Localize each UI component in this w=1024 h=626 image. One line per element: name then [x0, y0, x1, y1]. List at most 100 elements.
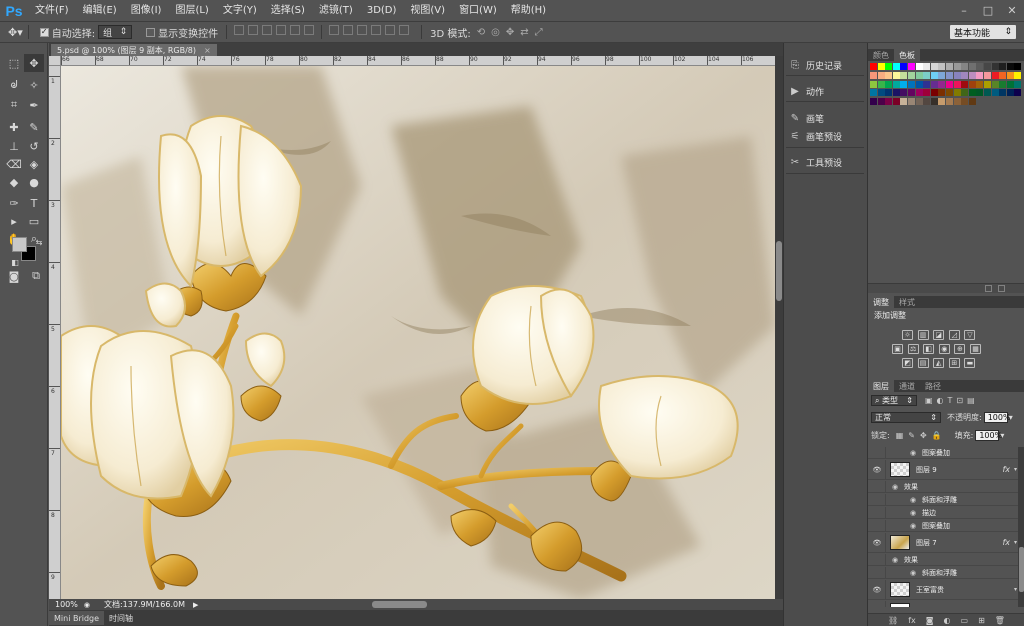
- bw-icon[interactable]: ◧: [923, 344, 935, 354]
- exposure-icon[interactable]: ◿: [948, 330, 960, 340]
- color-swatch[interactable]: [938, 89, 946, 97]
- effect-eye-icon[interactable]: ◉: [910, 449, 916, 457]
- color-swatch[interactable]: [1014, 63, 1022, 70]
- fill-dropdown-icon[interactable]: ▾: [1000, 431, 1004, 440]
- hue-sat-icon[interactable]: ▣: [892, 344, 903, 354]
- color-swatch[interactable]: [984, 71, 991, 79]
- levels-icon[interactable]: ▥: [917, 330, 929, 340]
- vibrance-icon[interactable]: ▽: [964, 330, 976, 340]
- delete-swatch-icon[interactable]: [998, 285, 1005, 292]
- dock-tool-preset[interactable]: ✂ 工具预设: [784, 152, 866, 172]
- align-distribute-icon[interactable]: [290, 25, 301, 35]
- move-tool-preset-icon[interactable]: ✥▾: [8, 26, 23, 39]
- expand-effects-icon[interactable]: ▾: [1014, 539, 1017, 546]
- posterize-icon[interactable]: ▤: [917, 358, 929, 368]
- align-distribute-icon[interactable]: [234, 25, 245, 35]
- visibility-eye-icon[interactable]: 👁: [872, 539, 882, 547]
- color-swatch[interactable]: [938, 98, 946, 106]
- blend-mode-dropdown[interactable]: 正常 ⇕: [871, 411, 941, 423]
- mask-icon[interactable]: ◙: [926, 616, 934, 625]
- color-swatch[interactable]: [908, 98, 915, 106]
- channel-mixer-icon[interactable]: ⊕: [954, 344, 966, 354]
- vertical-scrollbar[interactable]: [775, 56, 783, 599]
- color-swatch[interactable]: [1006, 71, 1014, 79]
- tab-swatches[interactable]: 色板: [894, 49, 920, 61]
- layer-effect-row[interactable]: ◉ 描边: [868, 507, 1018, 519]
- layer-thumbnail[interactable]: [890, 535, 910, 550]
- tab-color[interactable]: 颜色: [868, 49, 894, 61]
- move-tool-icon[interactable]: ✥: [24, 54, 44, 72]
- layer-effect-row[interactable]: ◉ 图案叠加: [868, 520, 1018, 532]
- color-swatch[interactable]: [946, 71, 953, 79]
- layers-scrollbar[interactable]: [1018, 447, 1024, 607]
- color-swatch[interactable]: [968, 80, 976, 88]
- color-swatch[interactable]: [968, 98, 976, 106]
- menu-item-4[interactable]: 文字(Y): [216, 0, 264, 21]
- horizontal-ruler[interactable]: 66 68 70 72 74 76 78 80 82 84 86 88 90 92 94 96 98 100 102…: [61, 56, 775, 66]
- healing-brush-tool-icon[interactable]: ✚: [4, 118, 24, 136]
- color-swatch[interactable]: [900, 89, 908, 97]
- color-swatch[interactable]: [908, 63, 915, 70]
- status-menu-icon[interactable]: ◉: [84, 601, 90, 609]
- clone-stamp-tool-icon[interactable]: ⊥: [4, 137, 24, 155]
- color-swatch[interactable]: [953, 71, 961, 79]
- effects-eye-icon[interactable]: ◉: [892, 483, 898, 491]
- color-swatch[interactable]: [991, 80, 999, 88]
- tab-timeline[interactable]: 时间轴: [104, 611, 138, 625]
- dodge-tool-icon[interactable]: ●: [24, 173, 44, 191]
- layer-effect-row[interactable]: ◉ 效果: [868, 554, 1018, 566]
- magic-wand-tool-icon[interactable]: ✧: [24, 76, 44, 94]
- effect-eye-icon[interactable]: ◉: [910, 496, 916, 504]
- shape-tool-icon[interactable]: ▭: [24, 212, 44, 230]
- fx-icon[interactable]: fx: [908, 616, 916, 625]
- gradient-map-icon[interactable]: ▬: [964, 358, 976, 368]
- effects-eye-icon[interactable]: ◉: [892, 556, 898, 564]
- trash-icon[interactable]: 🗑: [995, 616, 1005, 625]
- lasso-tool-icon[interactable]: ᖙ: [4, 76, 24, 94]
- 3d-mode-icon[interactable]: ◎: [491, 27, 500, 38]
- layer-filter-dropdown[interactable]: ⌕ 类型 ⇕: [871, 394, 917, 406]
- color-swatch[interactable]: [991, 63, 999, 70]
- layer-fx-icon[interactable]: fx: [1002, 606, 1010, 607]
- document-tab[interactable]: 5.psd @ 100% (图层 9 副本, RGB/8) ×: [51, 44, 217, 56]
- color-swatch[interactable]: [968, 71, 976, 79]
- color-swatch[interactable]: [976, 80, 984, 88]
- layer-row[interactable]: 👁 图层 9 fx ▾: [868, 460, 1018, 480]
- color-swatch[interactable]: [938, 80, 946, 88]
- maximize-button[interactable]: □: [976, 0, 1000, 21]
- color-swatch[interactable]: [885, 98, 893, 106]
- tab-mini-bridge[interactable]: Mini Bridge: [49, 611, 105, 625]
- visibility-eye-icon[interactable]: 👁: [872, 586, 882, 594]
- align-distribute-icon[interactable]: [304, 25, 315, 35]
- effect-eye-icon[interactable]: ◉: [910, 522, 916, 530]
- horizontal-scroll-thumb[interactable]: [372, 601, 427, 608]
- color-swatch[interactable]: [999, 80, 1007, 88]
- color-swatch[interactable]: [870, 71, 877, 79]
- menu-item-9[interactable]: 窗口(W): [452, 0, 504, 21]
- align-distribute-icon[interactable]: [276, 25, 287, 35]
- color-swatch[interactable]: [885, 63, 893, 70]
- brightness-icon[interactable]: ☼: [902, 330, 913, 340]
- effect-eye-icon[interactable]: ◉: [910, 569, 916, 577]
- color-swatch[interactable]: [892, 63, 900, 70]
- dock-brush[interactable]: ✎ 画笔: [784, 108, 866, 128]
- marquee-tool-icon[interactable]: ⬚: [4, 54, 24, 72]
- layer-filter-icons[interactable]: ▣◐T⊡▤: [925, 396, 979, 405]
- layer-thumbnail[interactable]: [890, 462, 910, 477]
- color-swatch[interactable]: [984, 89, 991, 97]
- color-swatch[interactable]: [953, 98, 961, 106]
- color-swatch[interactable]: [991, 89, 999, 97]
- color-swatch[interactable]: [999, 71, 1007, 79]
- color-swatch[interactable]: [1014, 80, 1022, 88]
- auto-select-checkbox[interactable]: ✓: [39, 27, 49, 37]
- layer-thumbnail[interactable]: [890, 582, 910, 597]
- color-swatch[interactable]: [953, 89, 961, 97]
- color-swatch[interactable]: [976, 71, 984, 79]
- color-swatch[interactable]: [930, 89, 938, 97]
- align-distribute-icon[interactable]: [385, 25, 396, 35]
- paint-bucket-tool-icon[interactable]: ◈: [24, 155, 44, 173]
- threshold-icon[interactable]: ◭: [933, 358, 945, 368]
- expand-effects-icon[interactable]: ▾: [1014, 466, 1017, 473]
- opacity-dropdown-icon[interactable]: ▾: [1009, 413, 1013, 422]
- foreground-color-swatch[interactable]: [12, 237, 27, 252]
